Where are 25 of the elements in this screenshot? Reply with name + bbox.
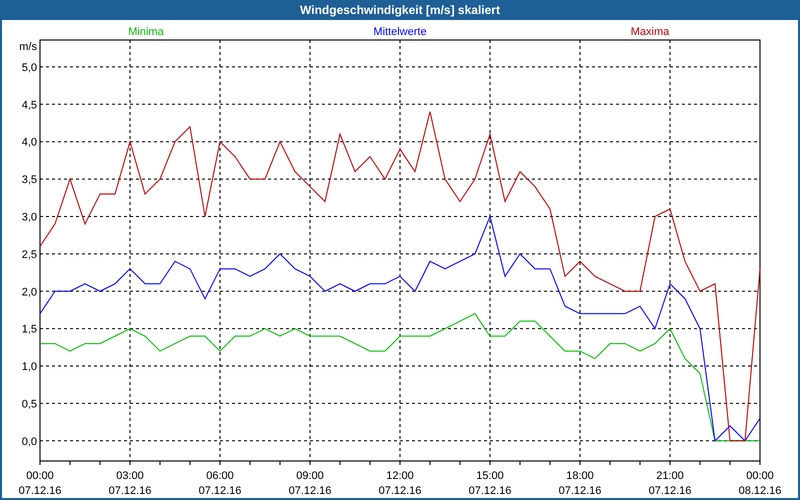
legend-label: Maxima xyxy=(630,26,670,38)
legend-label: Mittelwerte xyxy=(373,26,427,38)
x-tick-label: 03:00 07.12.16 xyxy=(108,470,152,497)
y-axis-label: m/s xyxy=(19,41,37,53)
x-tick-label: 00:00 08.12.16 xyxy=(738,470,782,497)
x-tick-label: 15:00 07.12.16 xyxy=(468,470,512,497)
y-tick-label: 2,0 xyxy=(22,286,37,298)
window-title: Windgeschwindigkeit [m/s] skaliert xyxy=(300,2,500,19)
legend-label: Minima xyxy=(128,26,164,38)
y-tick-label: 4,5 xyxy=(22,99,37,112)
x-tick-label: 00:00 07.12.16 xyxy=(18,470,62,497)
x-tick-label: 18:00 07.12.16 xyxy=(558,470,602,497)
y-tick-label: 0,5 xyxy=(22,398,37,410)
y-tick-label: 3,5 xyxy=(22,174,37,186)
y-tick-label: 5,0 xyxy=(22,62,37,74)
y-tick-label: 2,5 xyxy=(22,248,37,261)
y-tick-label: 1,5 xyxy=(22,324,37,336)
x-tick-label: 06:00 07.12.16 xyxy=(198,470,242,497)
x-tick-label: 21:00 07.12.16 xyxy=(648,470,692,497)
y-tick-label: 0,0 xyxy=(22,436,37,448)
x-tick-label: 09:00 07.12.16 xyxy=(288,470,332,497)
y-tick-label: 3,0 xyxy=(22,211,37,224)
y-tick-label: 1,0 xyxy=(22,361,37,374)
y-tick-label: 4,0 xyxy=(22,136,37,149)
x-tick-label: 12:00 07.12.16 xyxy=(378,470,422,497)
